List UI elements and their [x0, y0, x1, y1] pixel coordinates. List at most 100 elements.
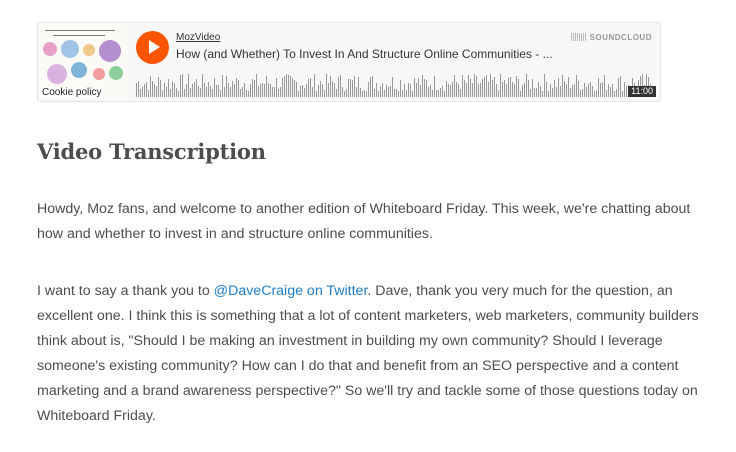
waveform-bar: [460, 89, 461, 97]
waveform-bar: [466, 83, 467, 97]
waveform-bar: [572, 85, 573, 97]
waveform-bar: [536, 88, 537, 97]
waveform-bar: [252, 79, 253, 97]
waveform-bar: [622, 91, 623, 97]
waveform-bar: [154, 84, 155, 97]
waveform-bar: [550, 84, 551, 97]
waveform-bar: [534, 88, 535, 97]
waveform-bar: [482, 79, 483, 97]
waveform-bar: [256, 74, 257, 97]
waveform-bar: [306, 84, 307, 97]
waveform-bar: [440, 88, 441, 97]
waveform-bar: [520, 91, 521, 97]
waveform-bar: [344, 91, 345, 97]
waveform-bar: [186, 84, 187, 97]
soundcloud-icon: [570, 33, 587, 41]
transcript-paragraph: Howdy, Moz fans, and welcome to another …: [37, 201, 691, 242]
waveform-bar: [314, 74, 315, 97]
soundcloud-brand-text: SOUNDCLOUD: [589, 33, 652, 42]
twitter-link[interactable]: @DaveCraige on Twitter: [214, 283, 368, 299]
cookie-policy-link[interactable]: Cookie policy: [40, 87, 104, 99]
waveform-bar: [338, 77, 339, 97]
waveform[interactable]: [136, 69, 656, 97]
waveform-bar: [136, 83, 137, 97]
artwork-sketch-line: [53, 35, 105, 36]
waveform-bar: [228, 83, 229, 97]
waveform-bar: [340, 75, 341, 97]
waveform-bar: [606, 90, 607, 97]
track-title[interactable]: How (and Whether) To Invest In And Struc…: [176, 47, 553, 61]
waveform-bar: [236, 78, 237, 97]
waveform-bar: [222, 75, 223, 97]
waveform-bar: [204, 83, 205, 97]
waveform-bar: [580, 90, 581, 97]
waveform-bar: [234, 84, 235, 97]
waveform-bar: [516, 76, 517, 97]
waveform-bar: [282, 78, 283, 97]
waveform-bar: [368, 82, 369, 97]
waveform-bar: [156, 86, 157, 97]
waveform-bar: [380, 86, 381, 97]
waveform-bar: [238, 80, 239, 97]
waveform-bar: [570, 88, 571, 97]
waveform-bar: [548, 91, 549, 97]
waveform-bar: [586, 87, 587, 97]
waveform-bar: [624, 82, 625, 97]
waveform-bar: [362, 91, 363, 97]
waveform-bar: [360, 88, 361, 97]
waveform-bar: [510, 77, 511, 97]
waveform-bar: [582, 89, 583, 97]
waveform-bar: [330, 76, 331, 97]
waveform-bar: [468, 75, 469, 97]
waveform-bar: [158, 77, 159, 97]
waveform-bar: [588, 84, 589, 97]
waveform-bar: [370, 77, 371, 97]
waveform-bar: [614, 91, 615, 97]
waveform-bar: [450, 85, 451, 97]
waveform-bar: [220, 90, 221, 97]
track-artwork[interactable]: Cookie policy: [39, 24, 129, 100]
play-button[interactable]: [136, 31, 169, 64]
waveform-bar: [174, 83, 175, 97]
waveform-bar: [446, 81, 447, 97]
waveform-bar: [348, 79, 349, 97]
waveform-bar: [562, 75, 563, 97]
artwork-sketch-dot: [93, 68, 105, 80]
waveform-bar: [528, 80, 529, 97]
waveform-bar: [592, 86, 593, 97]
waveform-bar: [194, 82, 195, 97]
waveform-bar: [202, 74, 203, 97]
waveform-bar: [390, 86, 391, 97]
waveform-bar: [292, 78, 293, 97]
waveform-bar: [498, 90, 499, 97]
waveform-bar: [140, 89, 141, 97]
waveform-bar: [226, 76, 227, 97]
waveform-bar: [608, 84, 609, 97]
soundcloud-logo[interactable]: SOUNDCLOUD: [570, 33, 652, 42]
waveform-bar: [552, 88, 553, 97]
waveform-bar: [148, 90, 149, 97]
waveform-bar: [232, 81, 233, 97]
waveform-bar: [414, 78, 415, 97]
waveform-bar: [494, 77, 495, 97]
waveform-bar: [146, 82, 147, 97]
waveform-bar: [280, 87, 281, 97]
waveform-bar: [254, 80, 255, 97]
waveform-bar: [434, 76, 435, 97]
waveform-bar: [386, 85, 387, 97]
waveform-bar: [376, 83, 377, 97]
waveform-bar: [598, 78, 599, 97]
waveform-bar: [182, 74, 183, 97]
waveform-bar: [216, 85, 217, 97]
waveform-bar: [478, 84, 479, 97]
waveform-bar: [488, 82, 489, 97]
waveform-bar: [502, 82, 503, 97]
track-username[interactable]: MozVideo: [176, 32, 220, 43]
waveform-bar: [144, 84, 145, 97]
waveform-bar: [200, 88, 201, 97]
waveform-bar: [422, 75, 423, 97]
waveform-bar: [192, 84, 193, 97]
waveform-bar: [262, 83, 263, 97]
waveform-bar: [170, 89, 171, 97]
artwork-sketch-dot: [109, 66, 123, 80]
